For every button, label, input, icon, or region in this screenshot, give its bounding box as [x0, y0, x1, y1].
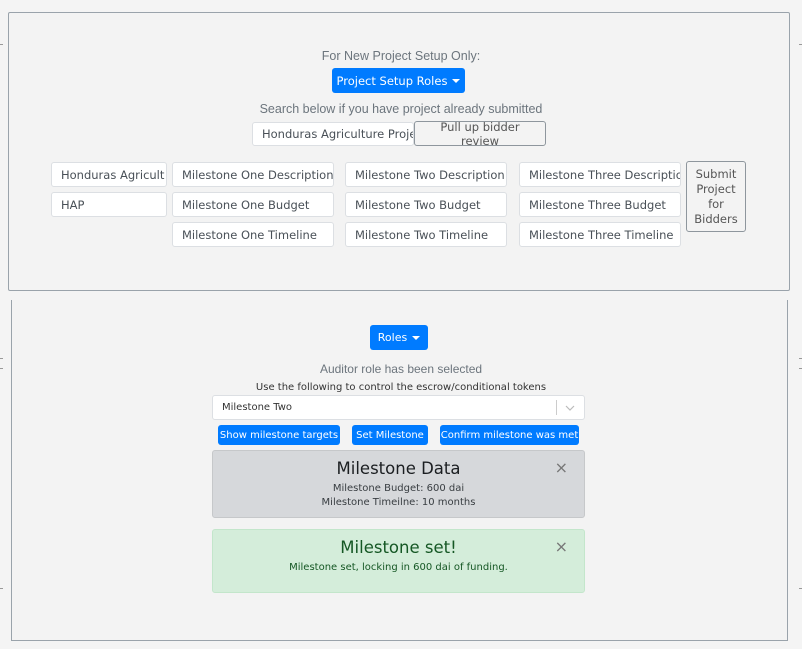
set-milestone-label: Set Milestone [356, 429, 424, 441]
milestone-two-timeline-placeholder: Milestone Two Timeline [355, 227, 489, 242]
roles-dropdown-button[interactable]: Roles [370, 325, 428, 350]
milestone-one-timeline-input[interactable]: Milestone One Timeline [172, 222, 334, 247]
close-icon[interactable]: × [555, 537, 568, 556]
close-icon[interactable]: × [555, 458, 568, 477]
project-search-value: Honduras Agriculture Proje [262, 127, 414, 141]
confirm-milestone-met-label: Confirm milestone was met [440, 429, 579, 441]
project-name-input[interactable]: Honduras Agricult [51, 162, 167, 187]
milestone-one-description-placeholder: Milestone One Description [182, 167, 334, 182]
caret-down-icon [452, 78, 461, 83]
milestone-two-budget-input[interactable]: Milestone Two Budget [345, 192, 507, 217]
pull-up-bidder-review-label: Pull up bidder review [440, 119, 520, 148]
project-code-input[interactable]: HAP [51, 192, 167, 217]
milestone-three-timeline-input[interactable]: Milestone Three Timeline [519, 222, 681, 247]
roles-label: Roles [377, 331, 408, 344]
milestone-select-value: Milestone Two [222, 402, 293, 413]
milestone-one-timeline-placeholder: Milestone One Timeline [182, 227, 317, 242]
milestone-two-description-input[interactable]: Milestone Two Description [345, 162, 507, 187]
project-setup-roles-label: Project Setup Roles [336, 73, 448, 88]
milestone-one-budget-placeholder: Milestone One Budget [182, 197, 310, 212]
milestone-one-budget-input[interactable]: Milestone One Budget [172, 192, 334, 217]
milestone-set-alert: Milestone set! Milestone set, locking in… [212, 529, 585, 593]
submit-label-line: for [708, 196, 724, 211]
milestone-select[interactable]: Milestone Two [212, 395, 585, 420]
milestone-two-description-placeholder: Milestone Two Description [355, 167, 505, 182]
setup-intro-text: For New Project Setup Only: [321, 49, 481, 63]
submit-label-line: Project [696, 181, 736, 196]
milestone-three-budget-placeholder: Milestone Three Budget [529, 197, 666, 212]
project-name-value: Honduras Agricult [61, 167, 165, 182]
project-code-value: HAP [61, 197, 85, 212]
search-hint-text: Search below if you have project already… [259, 102, 543, 116]
submit-project-for-bidders-button[interactable]: Submit Project for Bidders [686, 161, 746, 232]
confirm-milestone-met-button[interactable]: Confirm milestone was met [440, 425, 579, 445]
escrow-instructions-text: Use the following to control the escrow/… [255, 382, 547, 393]
milestone-set-title: Milestone set! [340, 538, 457, 557]
milestone-two-budget-placeholder: Milestone Two Budget [355, 197, 481, 212]
milestone-data-title: Milestone Data [336, 459, 461, 478]
edge-mark [0, 358, 3, 359]
milestone-set-message: Milestone set, locking in 600 dai of fun… [289, 562, 508, 573]
milestone-three-budget-input[interactable]: Milestone Three Budget [519, 192, 681, 217]
project-setup-roles-button[interactable]: Project Setup Roles [332, 68, 465, 93]
milestone-one-description-input[interactable]: Milestone One Description [172, 162, 334, 187]
select-divider [556, 400, 557, 415]
project-search-input[interactable]: Honduras Agriculture Proje [252, 122, 414, 146]
milestone-three-timeline-placeholder: Milestone Three Timeline [529, 227, 674, 242]
caret-down-icon [412, 335, 421, 340]
edge-mark [0, 44, 3, 45]
submit-label-line: Bidders [694, 211, 738, 226]
pull-up-bidder-review-button[interactable]: Pull up bidder review [414, 119, 546, 148]
role-status-text: Auditor role has been selected [319, 362, 483, 376]
set-milestone-button[interactable]: Set Milestone [352, 425, 428, 445]
milestone-three-description-input[interactable]: Milestone Three Descriptio [519, 162, 681, 187]
submit-label-line: Submit [695, 166, 737, 181]
milestone-budget-line: Milestone Budget: 600 dai [332, 483, 465, 494]
milestone-data-alert: Milestone Data Milestone Budget: 600 dai… [212, 450, 585, 518]
chevron-down-icon[interactable] [565, 403, 575, 413]
milestone-three-description-placeholder: Milestone Three Descriptio [529, 167, 681, 182]
milestone-two-timeline-input[interactable]: Milestone Two Timeline [345, 222, 507, 247]
edge-mark [0, 588, 3, 589]
show-milestone-targets-button[interactable]: Show milestone targets [218, 425, 340, 445]
show-milestone-targets-label: Show milestone targets [219, 429, 339, 441]
milestone-timeline-line: Milestone Timeilne: 10 months [321, 497, 476, 508]
